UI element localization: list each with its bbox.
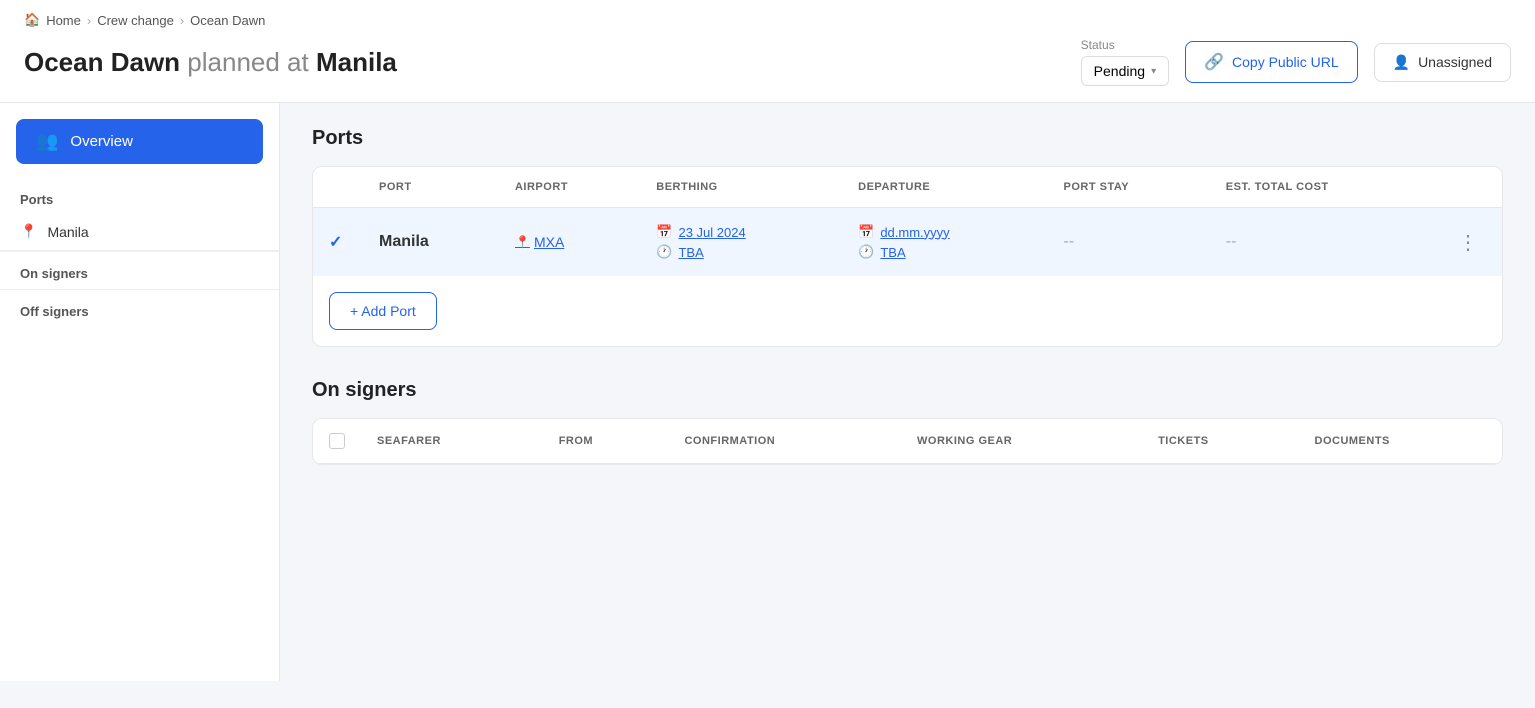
airport-code: MXA — [534, 234, 564, 250]
title-planned: planned at — [187, 47, 308, 77]
col-seafarer: SEAFARER — [361, 419, 543, 464]
est-cost-value: -- — [1226, 233, 1237, 250]
port-departure-cell: 📅 dd.mm.yyyy 🕐 TBA — [842, 208, 1047, 277]
sidebar: 👥 Overview Ports 📍 Manila On signers Off… — [0, 103, 280, 681]
page-title: Ocean Dawn planned at Manila — [24, 47, 397, 78]
berthing-date[interactable]: 23 Jul 2024 — [678, 225, 745, 240]
departure-time[interactable]: TBA — [880, 245, 905, 260]
users-icon: 👥 — [36, 131, 58, 152]
col-airport: AIRPORT — [499, 167, 640, 208]
manila-label: Manila — [47, 224, 88, 240]
signers-table-header-row: SEAFARER FROM CONFIRMATION WORKING GEAR … — [313, 419, 1502, 464]
page-header: Ocean Dawn planned at Manila Status Pend… — [24, 38, 1511, 102]
ports-table: PORT AIRPORT BERTHING DEPARTURE PORT STA… — [313, 167, 1502, 276]
unassigned-label: Unassigned — [1418, 54, 1492, 70]
departure-date[interactable]: dd.mm.yyyy — [880, 225, 949, 240]
port-row-manila: ✓ Manila 📍 MXA — [313, 208, 1502, 277]
col-port-stay: PORT STAY — [1048, 167, 1210, 208]
port-name-cell: Manila — [363, 208, 499, 277]
status-block: Status Pending ▾ — [1081, 38, 1169, 86]
ports-section-title: Ports — [312, 127, 1503, 150]
port-airport-cell: 📍 MXA — [499, 208, 640, 277]
signers-table: SEAFARER FROM CONFIRMATION WORKING GEAR … — [313, 419, 1502, 464]
breadcrumb-home[interactable]: Home — [46, 13, 81, 28]
breadcrumb-sep-2: › — [180, 13, 184, 28]
clock-dep-icon: 🕐 — [858, 244, 874, 260]
col-confirmation: CONFIRMATION — [668, 419, 901, 464]
berthing-time[interactable]: TBA — [678, 245, 703, 260]
berthing-date-cell: 📅 23 Jul 2024 🕐 TBA — [656, 224, 826, 260]
col-checkbox — [313, 419, 361, 464]
check-icon: ✓ — [329, 234, 342, 251]
port-stay-value: -- — [1064, 233, 1075, 250]
status-value: Pending — [1094, 63, 1145, 79]
col-port: PORT — [363, 167, 499, 208]
departure-date-cell: 📅 dd.mm.yyyy 🕐 TBA — [858, 224, 1031, 260]
sidebar-on-signers-label: On signers — [0, 251, 279, 289]
calendar-icon: 📅 — [656, 224, 672, 240]
on-signers-card: SEAFARER FROM CONFIRMATION WORKING GEAR … — [312, 418, 1503, 465]
sidebar-item-manila[interactable]: 📍 Manila — [0, 213, 279, 251]
home-icon: 🏠 — [24, 12, 40, 28]
chevron-down-icon: ▾ — [1151, 66, 1156, 77]
col-tickets: TICKETS — [1142, 419, 1298, 464]
breadcrumb-vessel: Ocean Dawn — [190, 13, 265, 28]
select-all-checkbox[interactable] — [329, 433, 345, 449]
status-label: Status — [1081, 38, 1169, 52]
copy-public-url-button[interactable]: 🔗 Copy Public URL — [1185, 41, 1358, 83]
col-check — [313, 167, 363, 208]
sidebar-off-signers-label: Off signers — [0, 289, 279, 327]
est-cost-cell: -- — [1210, 208, 1434, 277]
departure-date-row: 📅 dd.mm.yyyy — [858, 224, 1031, 240]
location-pin-icon: 📍 — [515, 235, 530, 249]
airport-link[interactable]: 📍 MXA — [515, 234, 624, 250]
ports-table-header-row: PORT AIRPORT BERTHING DEPARTURE PORT STA… — [313, 167, 1502, 208]
port-check-cell: ✓ — [313, 208, 363, 277]
breadcrumb-sep-1: › — [87, 13, 91, 28]
copy-url-label: Copy Public URL — [1232, 54, 1339, 70]
port-stay-cell: -- — [1048, 208, 1210, 277]
main-content: Ports PORT AIRPORT BERTHING DEPARTURE PO… — [280, 103, 1535, 681]
berthing-time-row: 🕐 TBA — [656, 244, 826, 260]
breadcrumb: 🏠 Home › Crew change › Ocean Dawn — [24, 12, 1511, 28]
col-departure: DEPARTURE — [842, 167, 1047, 208]
row-more-cell: ⋮ — [1434, 208, 1502, 277]
on-signers-section-title: On signers — [312, 379, 1503, 402]
vessel-name: Ocean Dawn — [24, 47, 180, 77]
sidebar-ports-label: Ports — [0, 180, 279, 213]
location-name: Manila — [316, 47, 397, 77]
overview-label: Overview — [70, 133, 133, 150]
berthing-date-row: 📅 23 Jul 2024 — [656, 224, 826, 240]
clock-icon: 🕐 — [656, 244, 672, 260]
port-name: Manila — [379, 233, 429, 250]
pin-icon: 📍 — [20, 223, 37, 240]
col-berthing: BERTHING — [640, 167, 842, 208]
departure-time-row: 🕐 TBA — [858, 244, 1031, 260]
calendar-dep-icon: 📅 — [858, 224, 874, 240]
col-est-total-cost: EST. TOTAL COST — [1210, 167, 1434, 208]
link-icon: 🔗 — [1204, 52, 1224, 72]
ports-card: PORT AIRPORT BERTHING DEPARTURE PORT STA… — [312, 166, 1503, 347]
user-circle-icon: 👤 — [1393, 54, 1410, 71]
unassigned-button[interactable]: 👤 Unassigned — [1374, 43, 1511, 82]
add-port-button[interactable]: + Add Port — [329, 292, 437, 330]
header-actions: Status Pending ▾ 🔗 Copy Public URL 👤 Una… — [1081, 38, 1511, 86]
col-from: FROM — [543, 419, 669, 464]
status-dropdown[interactable]: Pending ▾ — [1081, 56, 1169, 86]
port-berthing-cell: 📅 23 Jul 2024 🕐 TBA — [640, 208, 842, 277]
col-working-gear: WORKING GEAR — [901, 419, 1142, 464]
col-documents: DOCUMENTS — [1299, 419, 1503, 464]
more-options-button[interactable]: ⋮ — [1450, 228, 1486, 258]
col-actions — [1434, 167, 1502, 208]
sidebar-overview[interactable]: 👥 Overview — [16, 119, 263, 164]
breadcrumb-crew-change[interactable]: Crew change — [97, 13, 174, 28]
